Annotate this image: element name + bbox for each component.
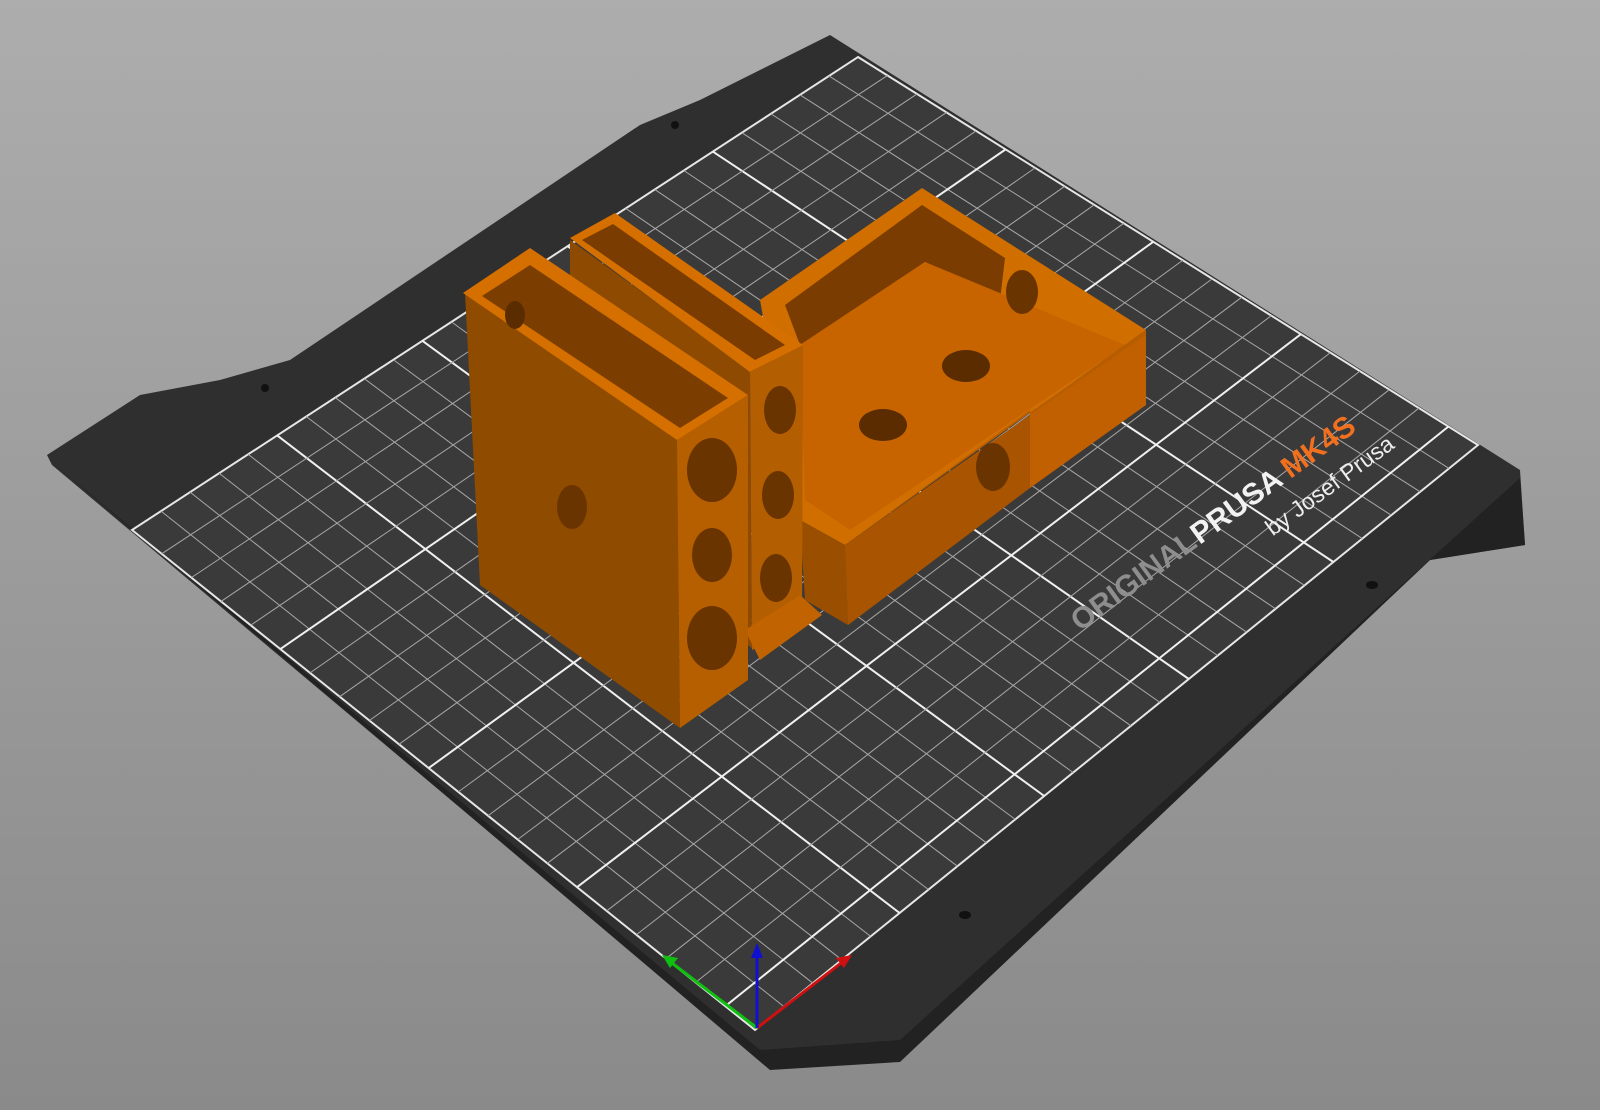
bed-hole [261, 384, 269, 392]
tray-front-hole [976, 443, 1010, 491]
tray-wall-hole [1006, 270, 1038, 314]
3d-viewport[interactable]: ORIGINAL PRUSA MK4S by Josef Prusa [0, 0, 1600, 1110]
bed-hole [671, 121, 679, 129]
bed-hole [959, 911, 971, 919]
box-side-hole [692, 528, 732, 582]
bed-hole [1366, 581, 1378, 589]
box-front-hole [557, 485, 587, 529]
bar-hole [764, 386, 796, 434]
box-inner-hole [505, 301, 525, 329]
box-side-hole [687, 606, 737, 670]
box-side-hole [687, 438, 737, 502]
tray-hole [859, 409, 907, 441]
tray-hole [942, 350, 990, 382]
bar-hole [760, 554, 792, 602]
bar-hole [762, 471, 794, 519]
